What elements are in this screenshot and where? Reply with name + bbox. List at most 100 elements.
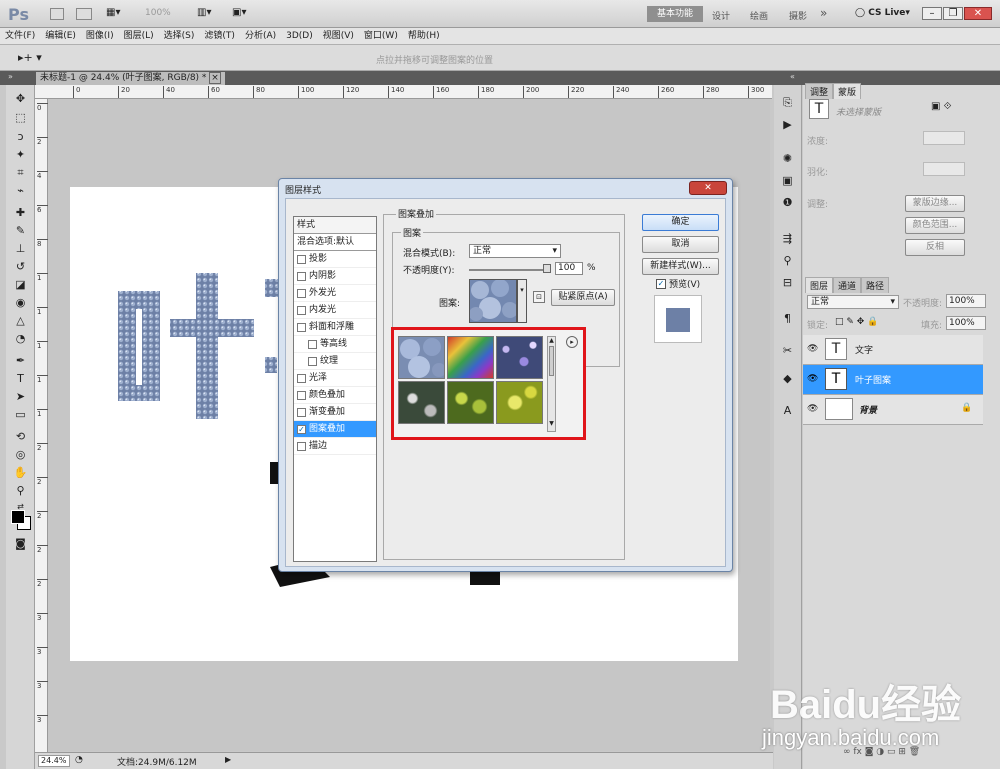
menu-layer[interactable]: 图层(L) [119,28,159,45]
effect-item[interactable]: 斜面和浮雕 [294,319,376,336]
tab-layers[interactable]: 图层 [805,277,834,293]
cs-live-button[interactable]: ◯ CS Live▾ [855,8,910,18]
tab-channels[interactable]: 通道 [833,277,862,293]
effect-checkbox[interactable] [297,305,306,315]
preview-checkbox-row[interactable]: ✓ 预览(V) [656,277,700,290]
actions-panel-icon[interactable]: ▶ [779,117,796,133]
ok-button[interactable]: 确定 [642,214,719,231]
tab-masks[interactable]: 蒙版 [833,83,862,99]
pattern-dropdown-icon[interactable]: ▾ [517,279,527,323]
clone-source-icon[interactable]: ⚲ [779,253,796,269]
color-panel-icon[interactable]: ▣ [779,173,796,189]
3d-rotate-icon[interactable]: ⟲ [12,429,29,445]
new-preset-icon[interactable]: ⊡ [533,291,545,303]
layer-opacity-input[interactable]: 100% [946,294,986,308]
3d-panel-icon[interactable]: ◆ [779,371,796,387]
eyedropper-icon[interactable]: ⌁ [12,183,29,199]
dodge-tool-icon[interactable]: ◔ [12,331,29,347]
effect-item[interactable]: ✓ 图案叠加 [294,421,376,438]
scroll-thumb[interactable] [549,346,554,376]
crop-tool-icon[interactable]: ⌗ [12,165,29,181]
bridge-icon[interactable] [50,8,64,20]
layer-fill-input[interactable]: 100% [946,316,986,330]
dialog-close-icon[interactable]: ✕ [689,181,727,195]
opacity-slider[interactable] [469,269,549,271]
menu-file[interactable]: 文件(F) [0,28,40,45]
pattern-swatch-leaves[interactable] [447,381,494,424]
effect-checkbox[interactable] [308,356,317,366]
clone-stamp-icon[interactable]: ⊥ [12,241,29,257]
status-nav-icon[interactable]: ◔ [75,755,83,765]
density-input[interactable] [923,131,965,145]
history-brush-icon[interactable]: ↺ [12,259,29,275]
effect-item[interactable]: 外发光 [294,285,376,302]
pattern-picker[interactable] [469,279,518,323]
status-menu-icon[interactable]: ▶ [225,755,231,764]
invert-button[interactable]: 反相 [905,239,965,256]
pen-tool-icon[interactable]: ✒ [12,353,29,369]
screen-mode-icon[interactable]: ▣▾ [232,7,246,18]
effect-item[interactable]: 光泽 [294,370,376,387]
eraser-icon[interactable]: ◪ [12,277,29,293]
move-tool-preset-icon[interactable]: ▸+ ▾ [18,51,42,64]
blend-options-item[interactable]: 混合选项:默认 [294,234,376,251]
hand-tool-icon[interactable]: ✋ [12,465,29,481]
lock-icons[interactable]: □ ✎ ✥ 🔒 [835,317,878,327]
effect-checkbox[interactable] [308,339,317,349]
swatches-panel-icon[interactable]: ✺ [779,151,796,167]
menu-select[interactable]: 选择(S) [159,28,200,45]
info-panel-icon[interactable]: ❶ [779,195,796,211]
close-icon[interactable]: ✕ [964,7,992,20]
layer-row-selected[interactable]: 👁 T 叶子图案 [803,365,983,395]
new-style-button[interactable]: 新建样式(W)... [642,258,719,275]
blend-mode-select[interactable]: 正常 ▾ [469,244,561,258]
effect-item[interactable]: 投影 [294,251,376,268]
pattern-scrollbar[interactable]: ▲ ▼ [547,336,556,432]
marquee-tool-icon[interactable]: ⬚ [12,110,29,126]
effect-checkbox[interactable] [297,373,306,383]
restore-button[interactable]: ❐ [943,7,963,20]
effect-checkbox[interactable] [297,254,306,264]
pattern-swatch-ivy[interactable] [398,381,445,424]
lasso-tool-icon[interactable]: ↄ [12,129,29,145]
pattern-swatch-bubbles[interactable] [398,336,446,379]
tools-panel-icon[interactable]: ✂ [779,343,796,359]
effect-checkbox[interactable] [297,390,306,400]
cancel-button[interactable]: 取消 [642,236,719,253]
path-select-icon[interactable]: ➤ [12,389,29,405]
character-panel-icon[interactable]: A [779,403,796,419]
3d-orbit-icon[interactable]: ◎ [12,447,29,463]
effect-checkbox[interactable] [297,288,306,298]
effect-checkbox[interactable] [297,271,306,281]
menu-help[interactable]: 帮助(H) [403,28,445,45]
more-workspaces-icon[interactable]: » [820,6,827,20]
pattern-swatch-yellow-leaves[interactable] [496,381,543,424]
menu-window[interactable]: 窗口(W) [359,28,403,45]
layer-blend-select[interactable]: 正常 ▾ [807,295,899,309]
tab-paths[interactable]: 路径 [861,277,890,293]
workspace-painting[interactable]: 绘画 [750,9,768,22]
styles-header[interactable]: 样式 [294,217,376,234]
healing-brush-icon[interactable]: ✚ [12,205,29,221]
workspace-essentials[interactable]: 基本功能 [647,6,703,22]
mask-buttons-icon[interactable]: ▣ ⟐ [931,101,952,112]
feather-input[interactable] [923,162,965,176]
color-range-button[interactable]: 颜色范围... [905,217,965,234]
effect-item[interactable]: 等高线 [294,336,376,353]
visibility-eye-icon[interactable]: 👁 [807,374,818,384]
workspace-design[interactable]: 设计 [712,9,730,22]
tab-close-icon[interactable]: × [209,72,221,84]
view-extras-icon[interactable]: ▦▾ [106,7,128,20]
arrange-documents-icon[interactable]: ▥▾ [197,7,211,18]
pattern-swatch-rainbow[interactable] [447,336,494,379]
mask-edge-button[interactable]: 蒙版边缘... [905,195,965,212]
effect-checkbox[interactable]: ✓ [297,424,306,434]
brush-tool-icon[interactable]: ✎ [12,223,29,239]
zoom-level[interactable]: 100% [145,8,171,18]
menu-image[interactable]: 图像(I) [81,28,119,45]
visibility-eye-icon[interactable]: 👁 [807,344,818,354]
effect-checkbox[interactable] [297,322,306,332]
effect-item[interactable]: 内阴影 [294,268,376,285]
effect-item[interactable]: 颜色叠加 [294,387,376,404]
opacity-input[interactable]: 100 [555,262,583,275]
